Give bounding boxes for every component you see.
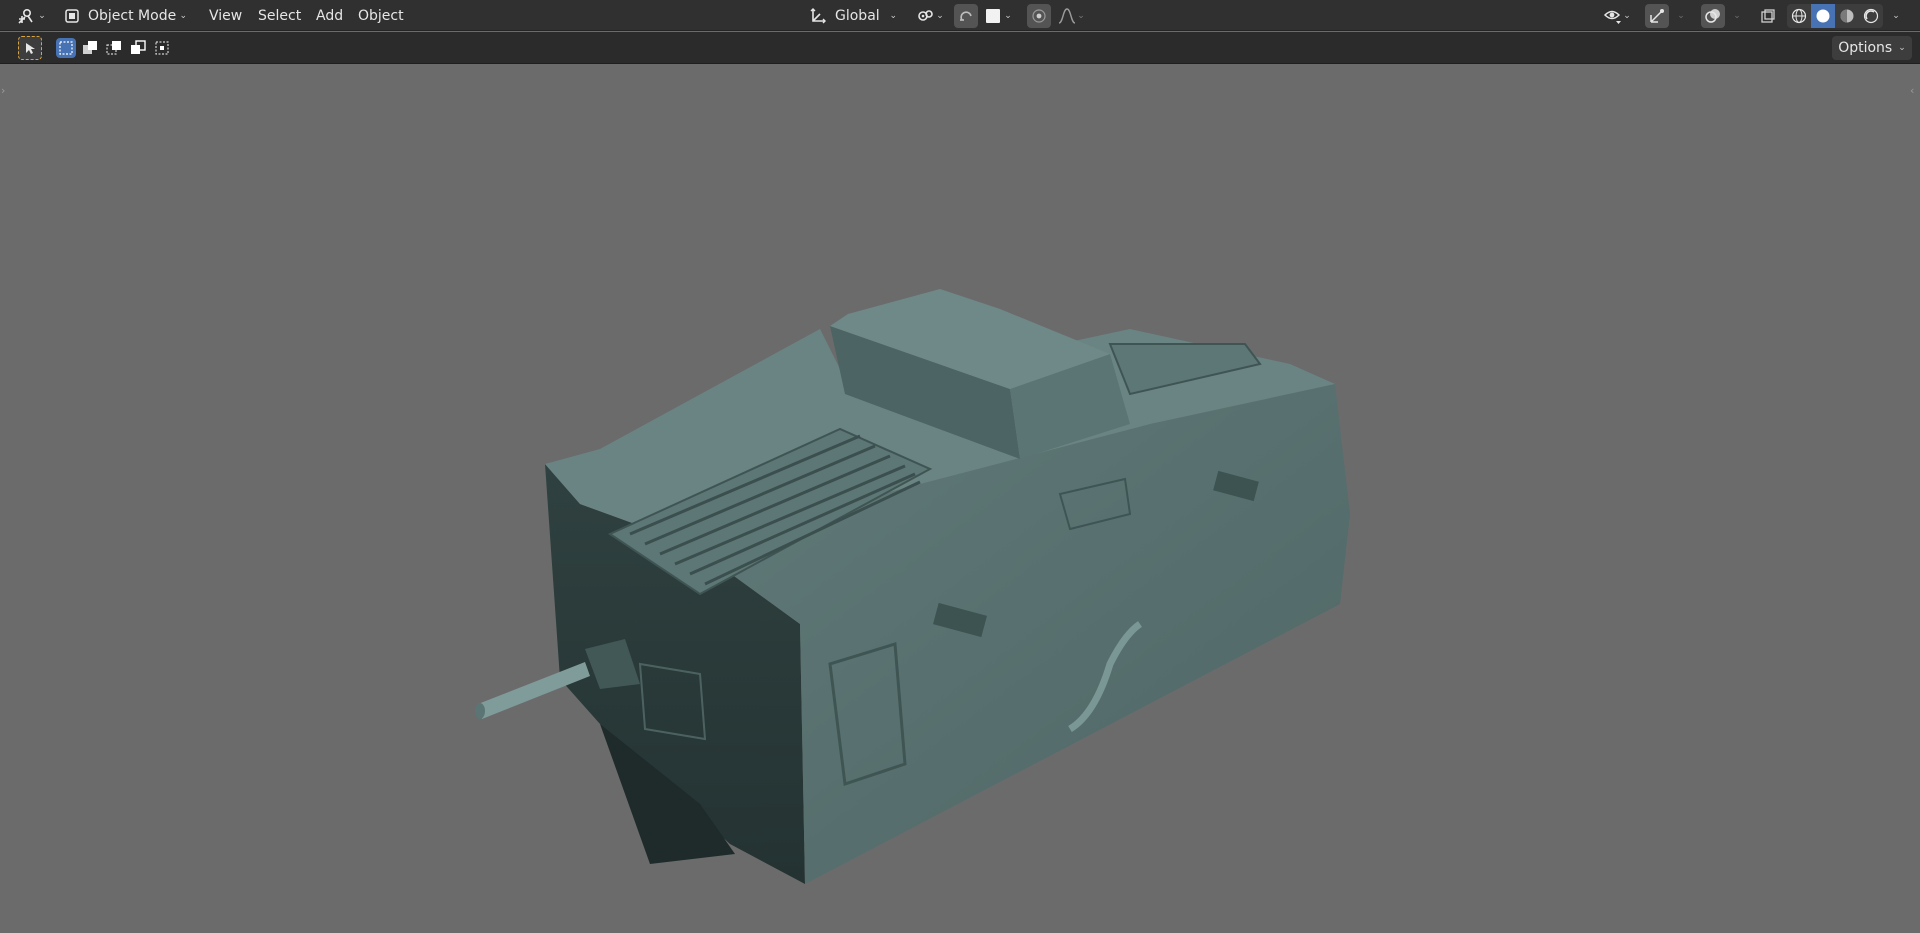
3d-viewport-icon [18, 8, 33, 24]
xray-icon [1761, 9, 1775, 23]
shading-mode-group [1787, 4, 1883, 28]
chevron-down-icon: ⌄ [38, 11, 46, 21]
chevron-down-icon: ⌄ [179, 11, 187, 21]
wireframe-sphere-icon [1791, 8, 1807, 24]
pivot-point-button[interactable]: ⌄ [912, 4, 948, 28]
overlays-toggle[interactable] [1701, 4, 1725, 28]
editor-type-button[interactable]: ⌄ [12, 4, 50, 28]
menu-view[interactable]: View [209, 0, 242, 31]
select-mode-extend-button[interactable] [80, 38, 100, 58]
overlays-dropdown[interactable]: ⌄ [1727, 4, 1747, 28]
proportional-falloff-dropdown[interactable]: ⌄ [1053, 4, 1089, 28]
material-sphere-icon [1840, 9, 1854, 23]
menu-select[interactable]: Select [258, 0, 301, 31]
shading-options-dropdown[interactable]: ⌄ [1886, 4, 1906, 28]
options-dropdown[interactable]: Options ⌄ [1832, 36, 1912, 60]
snap-increment-icon [986, 9, 1001, 23]
chevron-down-icon: ⌄ [1623, 11, 1631, 21]
snap-toggle[interactable] [954, 4, 978, 28]
chevron-down-icon: ⌄ [1733, 11, 1741, 21]
proportional-editing-toggle[interactable] [1027, 4, 1051, 28]
tank-model[interactable] [0, 64, 1920, 933]
select-cursor-icon [26, 43, 35, 54]
select-invert-icon [131, 40, 146, 54]
viewport-header: ⌄ Object Mode ⌄ View Select Add Object G… [0, 0, 1920, 31]
xray-toggle[interactable] [1756, 4, 1780, 28]
gizmo-dropdown[interactable]: ⌄ [1671, 4, 1691, 28]
snap-target-dropdown[interactable]: ⌄ [980, 4, 1018, 28]
select-mode-intersect-button[interactable] [152, 38, 172, 58]
tool-settings-header: Options ⌄ [0, 32, 1920, 64]
gizmo-toggle[interactable] [1645, 4, 1669, 28]
orientation-label: Global [835, 8, 880, 24]
gun-muzzle [475, 703, 485, 719]
shading-rendered-button[interactable] [1859, 4, 1883, 28]
shading-material-button[interactable] [1835, 4, 1859, 28]
chevron-down-icon: ⌄ [936, 11, 944, 21]
chevron-down-icon: ⌄ [1898, 43, 1906, 53]
transform-orientation-dropdown[interactable]: Global ⌄ [805, 4, 903, 28]
mode-label: Object Mode [88, 8, 177, 24]
3d-viewport[interactable]: › ‹ [0, 64, 1920, 933]
solid-sphere-icon [1816, 9, 1830, 23]
mode-selector[interactable]: Object Mode ⌄ [58, 4, 193, 28]
eye-filter-icon [1604, 10, 1622, 24]
shading-wireframe-button[interactable] [1787, 4, 1811, 28]
magnet-icon [960, 11, 972, 21]
pivot-icon [918, 10, 934, 21]
chevron-down-icon: ⌄ [1077, 11, 1085, 21]
menu-object[interactable]: Object [358, 0, 404, 31]
select-mode-new-button[interactable] [56, 38, 76, 58]
rendered-sphere-icon [1863, 8, 1879, 24]
falloff-curve-icon [1058, 8, 1076, 24]
menu-add[interactable]: Add [316, 0, 343, 31]
object-visibility-dropdown[interactable]: ⌄ [1598, 4, 1636, 28]
select-intersect-icon [155, 41, 169, 55]
shading-solid-button[interactable] [1811, 4, 1835, 28]
object-mode-icon [65, 9, 79, 23]
options-label: Options [1838, 40, 1893, 56]
chevron-down-icon: ⌄ [889, 11, 897, 21]
orientation-gizmo-icon [810, 8, 826, 24]
select-subtract-icon [106, 41, 121, 55]
select-extend-icon [83, 41, 97, 54]
active-tool-button[interactable] [18, 36, 42, 60]
select-mode-subtract-button[interactable] [104, 38, 124, 58]
select-mode-invert-button[interactable] [128, 38, 148, 58]
overlays-icon [1705, 9, 1720, 23]
chevron-down-icon: ⌄ [1892, 11, 1900, 21]
proportional-editing-icon [1032, 9, 1046, 23]
chevron-down-icon: ⌄ [1004, 11, 1012, 21]
select-new-icon [59, 41, 73, 55]
gizmo-icon [1650, 9, 1664, 23]
chevron-down-icon: ⌄ [1677, 11, 1685, 21]
